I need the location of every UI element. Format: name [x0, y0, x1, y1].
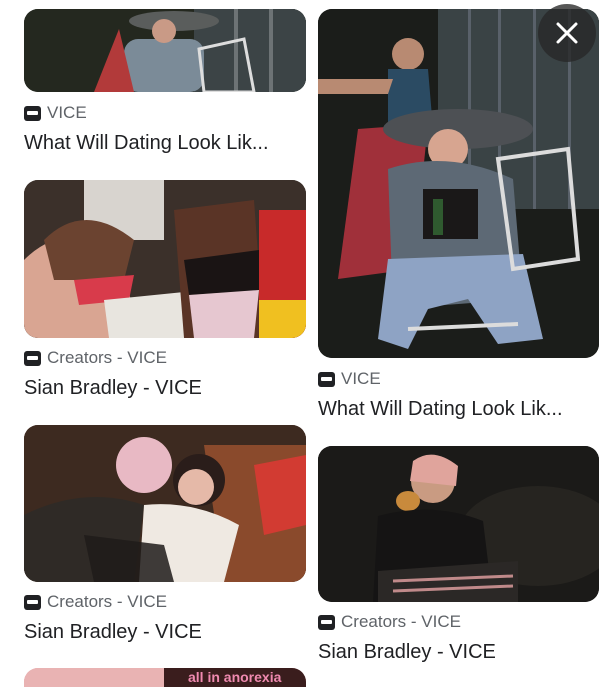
result-thumbnail[interactable] — [318, 446, 599, 602]
photo-woman-drinking — [318, 446, 599, 602]
result-thumbnail[interactable]: all in anorexia — [24, 668, 306, 687]
result-thumbnail[interactable] — [24, 180, 306, 338]
source-label: Creators - VICE — [47, 592, 167, 611]
result-source: VICE — [318, 369, 381, 389]
result-title[interactable]: What Will Dating Look Lik... — [318, 398, 599, 421]
close-button[interactable] — [538, 4, 596, 62]
result-thumbnail[interactable] — [24, 425, 306, 582]
result-title[interactable]: What Will Dating Look Lik... — [24, 132, 306, 155]
vice-favicon-icon — [24, 350, 41, 366]
result-title[interactable]: Sian Bradley - VICE — [24, 621, 306, 644]
source-label: VICE — [341, 369, 381, 388]
vice-favicon-icon — [24, 594, 41, 610]
image-results-panel: VICE What Will Dating Look Lik... Creato — [0, 0, 616, 687]
result-title[interactable]: Sian Bradley - VICE — [24, 377, 306, 400]
source-label: VICE — [47, 103, 87, 122]
result-thumbnail[interactable] — [24, 9, 306, 92]
source-label: Creators - VICE — [47, 348, 167, 367]
vice-favicon-icon — [318, 371, 335, 387]
result-source: Creators - VICE — [24, 592, 167, 612]
source-label: Creators - VICE — [341, 612, 461, 631]
result-source: Creators - VICE — [318, 612, 461, 632]
result-title[interactable]: Sian Bradley - VICE — [318, 641, 599, 664]
banner-text: all in anorexia — [164, 668, 306, 687]
photo-party-dancing — [24, 180, 306, 338]
close-icon — [556, 22, 578, 44]
result-source: Creators - VICE — [24, 348, 167, 368]
photo-fragment — [24, 668, 164, 687]
result-source: VICE — [24, 103, 87, 123]
vice-favicon-icon — [318, 614, 335, 630]
photo-night-umbrella — [24, 9, 306, 92]
photo-night-umbrella-chair — [318, 9, 599, 358]
photo-friends-hugging — [24, 425, 306, 582]
vice-favicon-icon — [24, 105, 41, 121]
result-thumbnail[interactable] — [318, 9, 599, 358]
